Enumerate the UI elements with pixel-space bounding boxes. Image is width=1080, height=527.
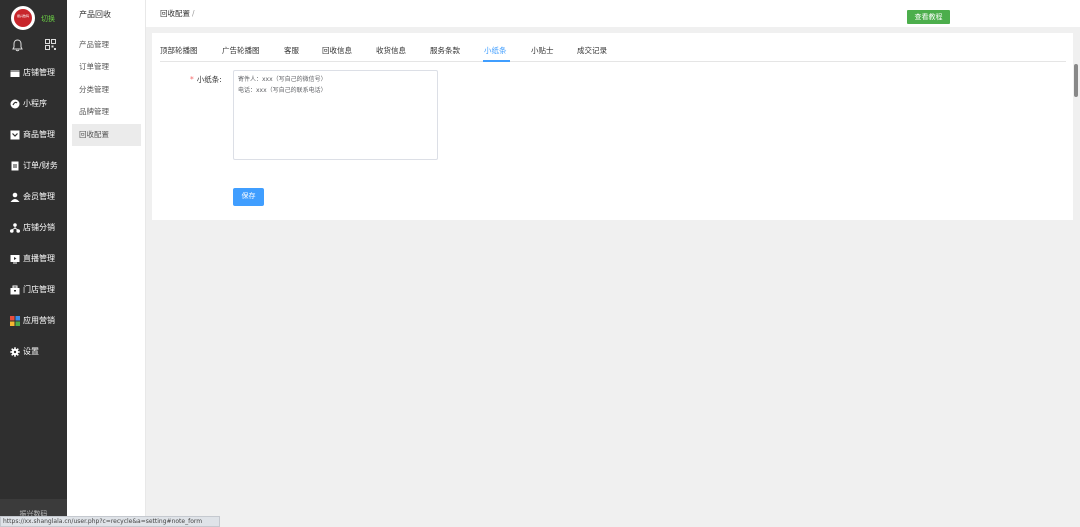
store-icon xyxy=(10,69,20,77)
config-tabs: 顶部轮播图 广告轮播图 客服 回收信息 收货信息 服务条款 小纸条 小贴士 成交… xyxy=(160,33,1066,62)
gear-icon xyxy=(10,346,20,357)
order-icon xyxy=(11,161,19,170)
top-bar: 回收配置 / 查看教程 xyxy=(146,0,1080,27)
note-label-text: 小纸条: xyxy=(196,75,222,84)
nav-order[interactable]: 订单/财务 xyxy=(0,150,67,181)
nav-label: 订单/财务 xyxy=(23,161,58,170)
nav-label: 直播管理 xyxy=(23,254,55,263)
qrcode-icon[interactable] xyxy=(45,39,56,52)
sub-sidebar-title: 产品回收 xyxy=(79,10,111,19)
nav-goods[interactable]: 商品管理 xyxy=(0,119,67,150)
switch-store-link[interactable]: 切换 xyxy=(41,14,55,24)
brand-row: 振兴数码 切换 xyxy=(0,0,67,36)
save-button[interactable]: 保存 xyxy=(233,188,264,206)
sub-nav-brand[interactable]: 品牌管理 xyxy=(72,101,141,123)
note-textarea[interactable]: 寄件人：xxx（写自己的微信号） 电话：xxx（写自己的联系电话） xyxy=(233,70,438,160)
tab-ad-carousel[interactable]: 广告轮播图 xyxy=(222,45,260,56)
nav-label: 会员管理 xyxy=(23,192,55,201)
apps-icon xyxy=(10,315,20,326)
nav-distribution[interactable]: 店铺分销 xyxy=(0,212,67,243)
nav-label: 店铺管理 xyxy=(23,68,55,77)
nav-miniprogram[interactable]: 小程序 xyxy=(0,88,67,119)
live-icon xyxy=(10,254,20,263)
required-mark: * xyxy=(190,75,194,84)
active-tab-indicator xyxy=(483,60,510,62)
nav-settings[interactable]: 设置 xyxy=(0,336,67,367)
member-icon xyxy=(10,192,20,202)
nav-label: 应用营销 xyxy=(23,316,55,325)
sub-nav-orders[interactable]: 订单管理 xyxy=(72,56,141,78)
page-scrollbar[interactable] xyxy=(1074,64,1078,97)
shop-icon xyxy=(10,285,20,294)
store-logo[interactable]: 振兴数码 xyxy=(11,6,35,30)
main-sidebar: 振兴数码 切换 店铺管理 小程序 商品管理 订单/财务 会员管理 店铺分销 直播… xyxy=(0,0,67,527)
breadcrumb-separator: / xyxy=(192,9,195,18)
tab-deal-records[interactable]: 成交记录 xyxy=(577,45,607,56)
tab-recycle-info[interactable]: 回收信息 xyxy=(322,45,352,56)
breadcrumb-current[interactable]: 回收配置 xyxy=(160,9,190,18)
note-field-label: * 小纸条: xyxy=(190,74,222,85)
quick-icons xyxy=(0,36,67,58)
tab-top-carousel[interactable]: 顶部轮播图 xyxy=(160,45,198,56)
nav-shop[interactable]: 门店管理 xyxy=(0,274,67,305)
miniprogram-icon xyxy=(10,99,20,108)
nav-member[interactable]: 会员管理 xyxy=(0,181,67,212)
tab-note[interactable]: 小纸条 xyxy=(484,45,507,56)
nav-label: 设置 xyxy=(23,347,39,356)
sub-sidebar: 产品回收 产品管理 订单管理 分类管理 品牌管理 回收配置 xyxy=(67,0,146,527)
goods-icon xyxy=(10,130,20,139)
sub-nav-product[interactable]: 产品管理 xyxy=(72,34,141,56)
nav-apps[interactable]: 应用营销 xyxy=(0,305,67,336)
tab-receiving-info[interactable]: 收货信息 xyxy=(376,45,406,56)
status-url: https://xx.shanglala.cn/user.php?c=recyc… xyxy=(0,516,220,527)
sub-nav-recycle-config[interactable]: 回收配置 xyxy=(72,124,141,146)
tab-customer-service[interactable]: 客服 xyxy=(284,45,299,56)
nav-label: 商品管理 xyxy=(23,130,55,139)
sub-nav-category[interactable]: 分类管理 xyxy=(72,79,141,101)
nav-label: 小程序 xyxy=(23,99,47,108)
breadcrumb: 回收配置 / xyxy=(160,8,195,19)
config-card: 顶部轮播图 广告轮播图 客服 回收信息 收货信息 服务条款 小纸条 小贴士 成交… xyxy=(152,33,1073,220)
tab-terms[interactable]: 服务条款 xyxy=(430,45,460,56)
store-logo-text: 振兴数码 xyxy=(14,9,32,27)
nav-label: 门店管理 xyxy=(23,285,55,294)
bell-icon[interactable] xyxy=(12,39,23,54)
nav-live[interactable]: 直播管理 xyxy=(0,243,67,274)
distribution-icon xyxy=(10,222,20,233)
view-tutorial-button[interactable]: 查看教程 xyxy=(907,10,950,24)
nav-store[interactable]: 店铺管理 xyxy=(0,57,67,88)
tab-tips[interactable]: 小贴士 xyxy=(531,45,554,56)
nav-label: 店铺分销 xyxy=(23,223,55,232)
